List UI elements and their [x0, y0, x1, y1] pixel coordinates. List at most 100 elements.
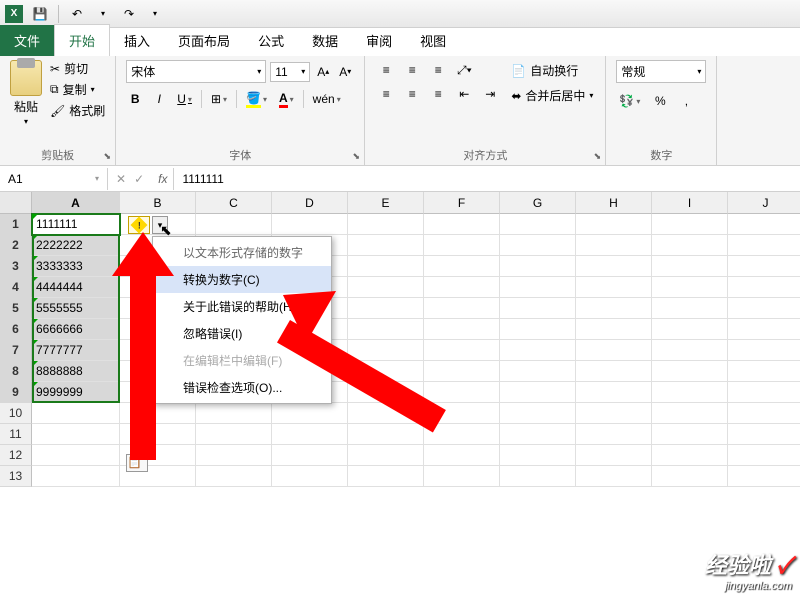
- font-name-select[interactable]: 宋体▾: [126, 60, 266, 83]
- cell-A11[interactable]: [32, 424, 120, 445]
- ctx-convert-number[interactable]: 转换为数字(C): [153, 266, 331, 293]
- tab-formulas[interactable]: 公式: [244, 25, 298, 56]
- underline-button[interactable]: U: [174, 89, 195, 109]
- cell-E11[interactable]: [348, 424, 424, 445]
- cell-F1[interactable]: [424, 214, 500, 235]
- align-middle-icon[interactable]: ≡: [401, 60, 423, 80]
- cut-button[interactable]: ✂剪切: [50, 60, 105, 77]
- tab-layout[interactable]: 页面布局: [164, 25, 244, 56]
- col-header-J[interactable]: J: [728, 192, 800, 214]
- cell-J7[interactable]: [728, 340, 800, 361]
- fx-icon[interactable]: fx: [152, 172, 173, 186]
- italic-button[interactable]: I: [150, 89, 168, 109]
- confirm-formula-icon[interactable]: ✓: [134, 172, 144, 186]
- tab-insert[interactable]: 插入: [110, 25, 164, 56]
- cell-H12[interactable]: [576, 445, 652, 466]
- copy-button[interactable]: ⧉复制▾: [50, 81, 105, 98]
- cell-H4[interactable]: [576, 277, 652, 298]
- cell-G9[interactable]: [500, 382, 576, 403]
- cell-G5[interactable]: [500, 298, 576, 319]
- phonetic-button[interactable]: wén: [310, 89, 344, 109]
- cell-D11[interactable]: [272, 424, 348, 445]
- row-header-6[interactable]: 6: [0, 319, 32, 340]
- cell-J8[interactable]: [728, 361, 800, 382]
- tab-review[interactable]: 审阅: [352, 25, 406, 56]
- cell-G3[interactable]: [500, 256, 576, 277]
- cell-I11[interactable]: [652, 424, 728, 445]
- cell-A13[interactable]: [32, 466, 120, 487]
- col-header-H[interactable]: H: [576, 192, 652, 214]
- cell-F9[interactable]: [424, 382, 500, 403]
- percent-button[interactable]: %: [651, 91, 669, 111]
- cell-E13[interactable]: [348, 466, 424, 487]
- cell-I13[interactable]: [652, 466, 728, 487]
- cell-B11[interactable]: [120, 424, 196, 445]
- row-header-8[interactable]: 8: [0, 361, 32, 382]
- cell-C13[interactable]: [196, 466, 272, 487]
- cell-D10[interactable]: [272, 403, 348, 424]
- tab-data[interactable]: 数据: [298, 25, 352, 56]
- cell-G4[interactable]: [500, 277, 576, 298]
- cell-A6[interactable]: 6666666: [32, 319, 120, 340]
- name-box[interactable]: A1▾: [0, 168, 108, 190]
- format-painter-button[interactable]: 🖌格式刷: [50, 102, 105, 119]
- cell-A2[interactable]: 2222222: [32, 235, 120, 256]
- cell-C12[interactable]: [196, 445, 272, 466]
- cell-A12[interactable]: [32, 445, 120, 466]
- cell-J4[interactable]: [728, 277, 800, 298]
- formula-input[interactable]: 1111111: [173, 168, 800, 190]
- cell-F10[interactable]: [424, 403, 500, 424]
- cell-F12[interactable]: [424, 445, 500, 466]
- cell-H3[interactable]: [576, 256, 652, 277]
- cell-E5[interactable]: [348, 298, 424, 319]
- align-center-icon[interactable]: ≡: [401, 84, 423, 104]
- cell-E4[interactable]: [348, 277, 424, 298]
- cell-F7[interactable]: [424, 340, 500, 361]
- indent-increase-icon[interactable]: ⇥: [479, 84, 501, 104]
- cell-G13[interactable]: [500, 466, 576, 487]
- cell-H7[interactable]: [576, 340, 652, 361]
- cell-J13[interactable]: [728, 466, 800, 487]
- font-color-button[interactable]: A: [276, 89, 297, 109]
- tab-home[interactable]: 开始: [54, 24, 110, 56]
- row-header-2[interactable]: 2: [0, 235, 32, 256]
- cell-A3[interactable]: 3333333: [32, 256, 120, 277]
- cell-C10[interactable]: [196, 403, 272, 424]
- cancel-formula-icon[interactable]: ✕: [116, 172, 126, 186]
- row-header-3[interactable]: 3: [0, 256, 32, 277]
- cell-I9[interactable]: [652, 382, 728, 403]
- cell-I7[interactable]: [652, 340, 728, 361]
- cell-A7[interactable]: 7777777: [32, 340, 120, 361]
- cell-G2[interactable]: [500, 235, 576, 256]
- save-icon[interactable]: 💾: [30, 4, 50, 24]
- cell-A8[interactable]: 8888888: [32, 361, 120, 382]
- redo-icon[interactable]: ↷: [119, 4, 139, 24]
- wrap-text-button[interactable]: 📄自动换行: [509, 60, 595, 81]
- tab-view[interactable]: 视图: [406, 25, 460, 56]
- cell-I12[interactable]: [652, 445, 728, 466]
- cell-G6[interactable]: [500, 319, 576, 340]
- cell-H1[interactable]: [576, 214, 652, 235]
- error-smart-tag[interactable]: [128, 216, 150, 234]
- cell-I3[interactable]: [652, 256, 728, 277]
- border-button[interactable]: ⊞: [208, 89, 230, 109]
- alignment-launcher[interactable]: ⬊: [591, 151, 603, 163]
- row-header-10[interactable]: 10: [0, 403, 32, 424]
- cell-F13[interactable]: [424, 466, 500, 487]
- cell-C1[interactable]: [196, 214, 272, 235]
- cell-I2[interactable]: [652, 235, 728, 256]
- cell-J9[interactable]: [728, 382, 800, 403]
- cell-H10[interactable]: [576, 403, 652, 424]
- cell-J2[interactable]: [728, 235, 800, 256]
- row-header-1[interactable]: 1: [0, 214, 32, 235]
- cell-G8[interactable]: [500, 361, 576, 382]
- cell-F4[interactable]: [424, 277, 500, 298]
- cell-H2[interactable]: [576, 235, 652, 256]
- currency-button[interactable]: 💱: [616, 91, 643, 111]
- redo-dropdown-icon[interactable]: ▾: [145, 4, 165, 24]
- cell-G10[interactable]: [500, 403, 576, 424]
- cell-A4[interactable]: 4444444: [32, 277, 120, 298]
- cell-H9[interactable]: [576, 382, 652, 403]
- col-header-A[interactable]: A: [32, 192, 120, 214]
- row-header-13[interactable]: 13: [0, 466, 32, 487]
